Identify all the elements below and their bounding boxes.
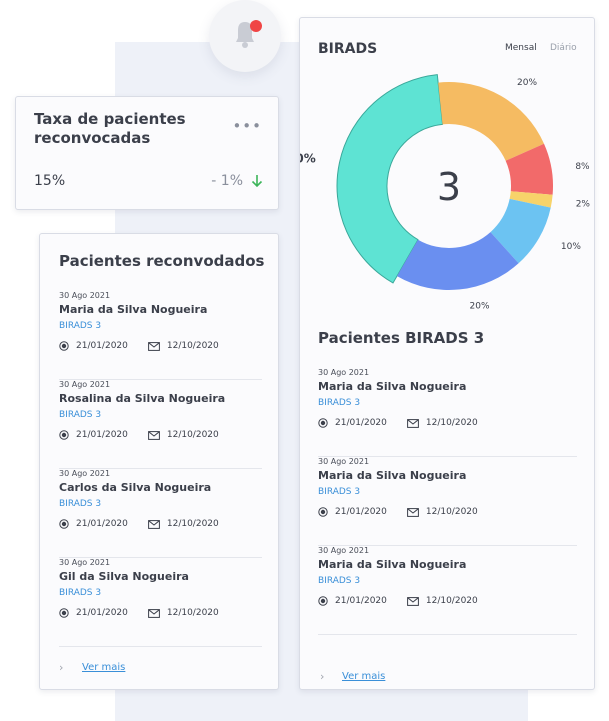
- patient-list-item[interactable]: 30 Ago 2021 Maria da Silva Nogueira BIRADS…: [318, 368, 577, 457]
- readmission-rate-card: Taxa de pacientes reconvocadas ••• 15% -…: [15, 96, 279, 210]
- birads-card: BIRADS Mensal Diário 40%20%8%2%10%20% 3 …: [299, 17, 595, 690]
- exam-date: 21/01/2020: [335, 596, 387, 606]
- mail-icon: [147, 341, 160, 351]
- recall-date: 12/10/2020: [166, 608, 219, 618]
- recall-date: 12/10/2020: [425, 596, 478, 606]
- patient-date: 30 Ago 2021: [59, 291, 111, 300]
- chevron-right-icon: ›: [320, 670, 325, 683]
- patient-birads-tag: BIRADS 3: [318, 576, 361, 586]
- exam-date: 21/01/2020: [76, 519, 128, 529]
- exam-icon: [318, 596, 328, 606]
- birads3-patients-list: 30 Ago 2021 Maria da Silva Nogueira BIRADS…: [318, 368, 577, 635]
- donut-slice-label: 8%: [575, 162, 590, 172]
- recall-date: 12/10/2020: [166, 519, 219, 529]
- patient-birads-tag: BIRADS 3: [59, 499, 102, 509]
- recall-date: 12/10/2020: [166, 430, 219, 440]
- patient-birads-tag: BIRADS 3: [59, 321, 102, 331]
- notification-button[interactable]: [209, 0, 281, 72]
- donut-center-value: 3: [437, 165, 461, 209]
- readmission-rate-title: Taxa de pacientes reconvocadas: [34, 110, 186, 147]
- bell-icon: [236, 20, 262, 48]
- mail-icon: [147, 430, 160, 440]
- patient-dates: 21/01/2020 12/10/2020: [318, 507, 478, 517]
- patient-list-item[interactable]: 30 Ago 2021 Rosalina da Silva Nogueira BIR…: [59, 380, 262, 469]
- mail-icon: [406, 596, 419, 606]
- readmission-rate-change: - 1%: [211, 173, 243, 189]
- birads3-patients-title: Pacientes BIRADS 3: [318, 329, 485, 347]
- patient-list-item[interactable]: 30 Ago 2021 Maria da Silva Nogueira BIRADS…: [318, 457, 577, 546]
- patient-date: 30 Ago 2021: [59, 380, 111, 389]
- arrow-down-icon: [251, 175, 263, 188]
- patient-list-item[interactable]: 30 Ago 2021 Maria da Silva Nogueira BIRADS…: [318, 546, 577, 635]
- patient-dates: 21/01/2020 12/10/2020: [59, 430, 219, 440]
- patient-date: 30 Ago 2021: [59, 558, 111, 567]
- exam-icon: [59, 430, 69, 440]
- see-more-link[interactable]: Ver mais: [342, 671, 385, 682]
- donut-slice-label: 2%: [576, 200, 591, 210]
- exam-icon: [59, 341, 69, 351]
- more-options-icon[interactable]: •••: [232, 117, 262, 135]
- notification-dot: [250, 20, 262, 32]
- patient-list-item[interactable]: 30 Ago 2021 Carlos da Silva Nogueira BIRAD…: [59, 469, 262, 558]
- patient-date: 30 Ago 2021: [59, 469, 111, 478]
- recall-date: 12/10/2020: [425, 418, 478, 428]
- exam-date: 21/01/2020: [335, 507, 387, 517]
- recalled-patients-card: Pacientes reconvodados 30 Ago 2021 Maria …: [39, 233, 279, 690]
- exam-date: 21/01/2020: [335, 418, 387, 428]
- see-more-link[interactable]: Ver mais: [82, 662, 125, 673]
- chevron-right-icon: ›: [59, 661, 64, 674]
- exam-icon: [318, 418, 328, 428]
- patient-name[interactable]: Maria da Silva Nogueira: [318, 380, 466, 393]
- patient-dates: 21/01/2020 12/10/2020: [59, 341, 219, 351]
- birads-donut-chart: 40% 20% 8% 2% 10% 20% 3: [300, 74, 591, 311]
- patient-name[interactable]: Gil da Silva Nogueira: [59, 570, 189, 583]
- patient-name[interactable]: Maria da Silva Nogueira: [318, 469, 466, 482]
- patient-date: 30 Ago 2021: [318, 457, 370, 466]
- mail-icon: [147, 519, 160, 529]
- patient-birads-tag: BIRADS 3: [318, 398, 361, 408]
- exam-icon: [318, 507, 328, 517]
- donut-slice-label: 10%: [561, 242, 581, 252]
- patient-list-item[interactable]: 30 Ago 2021 Gil da Silva Nogueira BIRADS 3…: [59, 558, 262, 647]
- recall-date: 12/10/2020: [166, 341, 219, 351]
- patient-birads-tag: BIRADS 3: [59, 410, 102, 420]
- patient-date: 30 Ago 2021: [318, 368, 370, 377]
- patient-name[interactable]: Maria da Silva Nogueira: [59, 303, 207, 316]
- exam-date: 21/01/2020: [76, 608, 128, 618]
- patient-dates: 21/01/2020 12/10/2020: [59, 608, 219, 618]
- donut-slice-label: 20%: [470, 301, 490, 311]
- recalled-patients-list: 30 Ago 2021 Maria da Silva Nogueira BIRADS…: [59, 291, 262, 647]
- exam-date: 21/01/2020: [76, 341, 128, 351]
- recalled-patients-title: Pacientes reconvodados: [59, 252, 265, 270]
- patient-birads-tag: BIRADS 3: [318, 487, 361, 497]
- patient-dates: 21/01/2020 12/10/2020: [318, 418, 478, 428]
- mail-icon: [406, 507, 419, 517]
- patient-date: 30 Ago 2021: [318, 546, 370, 555]
- recall-date: 12/10/2020: [425, 507, 478, 517]
- patient-list-item[interactable]: 30 Ago 2021 Maria da Silva Nogueira BIRADS…: [59, 291, 262, 380]
- exam-icon: [59, 608, 69, 618]
- readmission-rate-value: 15%: [34, 173, 66, 189]
- patient-dates: 21/01/2020 12/10/2020: [59, 519, 219, 529]
- exam-date: 21/01/2020: [76, 430, 128, 440]
- patient-name[interactable]: Maria da Silva Nogueira: [318, 558, 466, 571]
- donut-slice-label: 40%: [300, 151, 316, 165]
- donut-slice-label: 20%: [517, 78, 537, 88]
- patient-name[interactable]: Carlos da Silva Nogueira: [59, 481, 211, 494]
- donut-slice[interactable]: [438, 82, 545, 161]
- patient-birads-tag: BIRADS 3: [59, 588, 102, 598]
- mail-icon: [147, 608, 160, 618]
- patient-name[interactable]: Rosalina da Silva Nogueira: [59, 392, 225, 405]
- exam-icon: [59, 519, 69, 529]
- patient-dates: 21/01/2020 12/10/2020: [318, 596, 478, 606]
- mail-icon: [406, 418, 419, 428]
